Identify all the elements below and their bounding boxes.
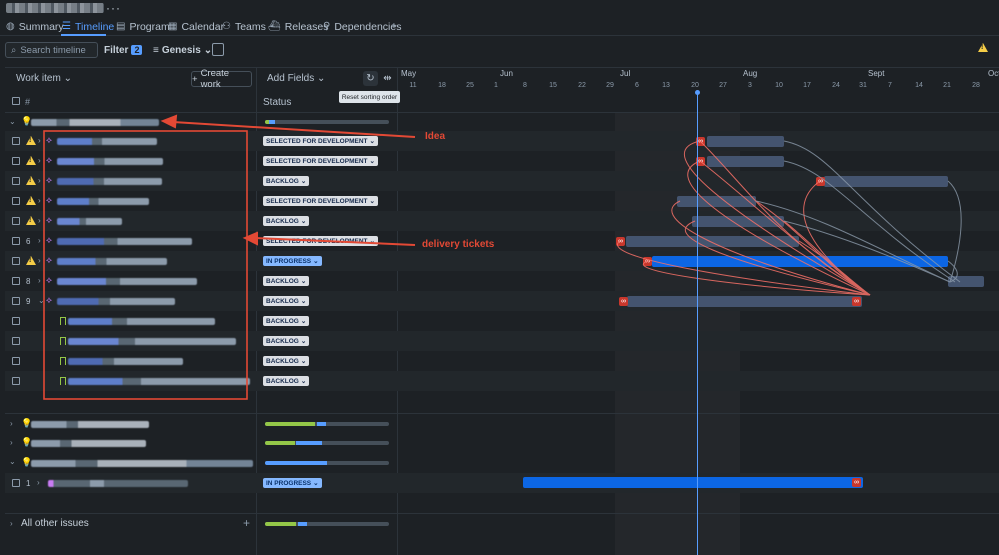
idea-annotation: Idea: [425, 131, 446, 142]
today-line: [697, 92, 698, 555]
delivery-annotation: delivery tickets: [422, 239, 495, 250]
today-marker: [695, 90, 700, 95]
dependency-lines: [43, 114, 962, 400]
